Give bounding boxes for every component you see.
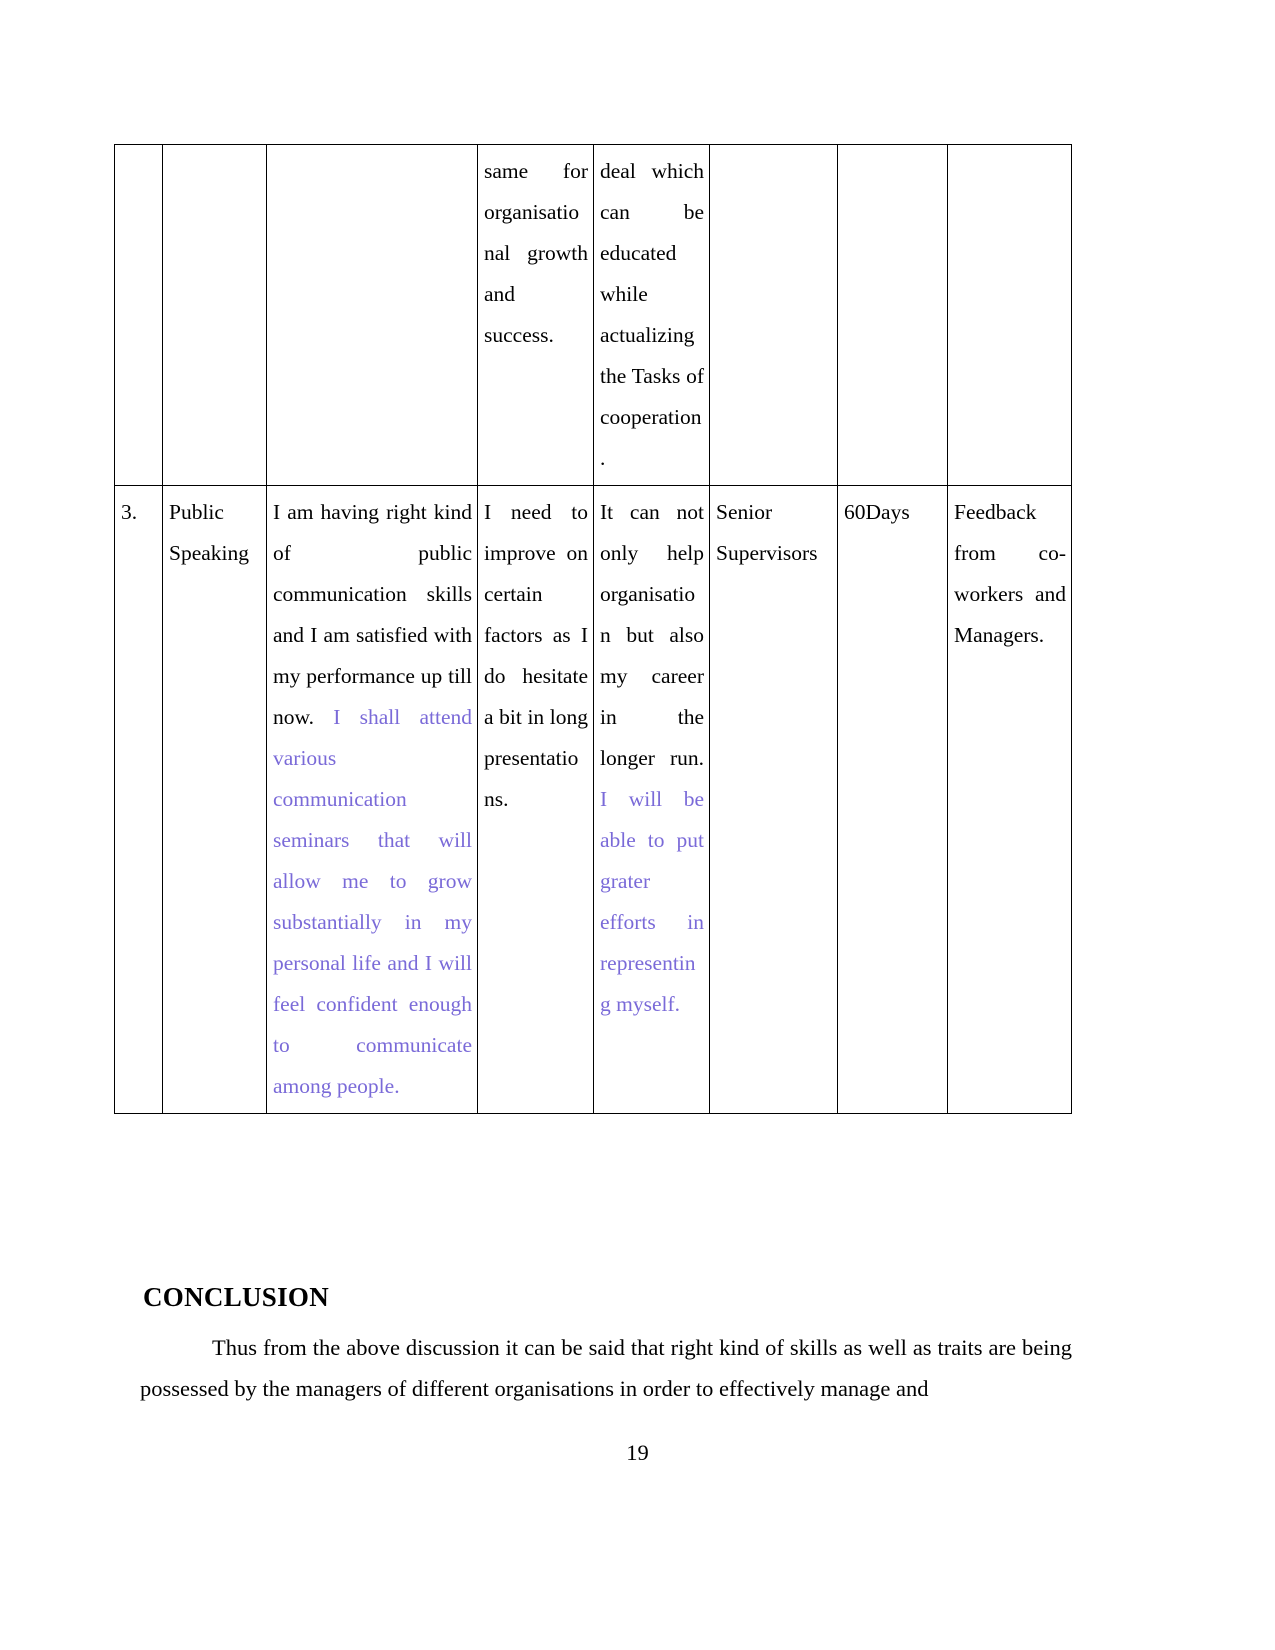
text-run-black: It can not only help organisation but al… [600, 500, 704, 770]
page-number: 19 [626, 1440, 649, 1465]
text-run-black: I am having right kind of public communi… [273, 500, 472, 729]
cell-skill-name: Public Speaking [162, 485, 267, 1114]
cell-benefit: It can not only help organisation but al… [593, 485, 710, 1114]
table-row: 3. Public Speaking I am having right kin… [114, 485, 1072, 1114]
text-run-black: same for organisational growth and succe… [484, 159, 588, 347]
cell-current-proficiency: I am having right kind of public communi… [266, 485, 478, 1114]
cell-development-need: I need to improve on certain factors as … [477, 485, 594, 1114]
conclusion-paragraph-text: Thus from the above discussion it can be… [140, 1335, 1072, 1401]
table-row: same for organisational growth and succe… [114, 144, 1072, 486]
cell-timeframe: 60Days [837, 485, 948, 1114]
cell-resources [709, 144, 838, 486]
development-plan-table: same for organisational growth and succe… [114, 144, 1072, 1114]
conclusion-paragraph: Thus from the above discussion it can be… [140, 1327, 1072, 1409]
cell-development-need: same for organisational growth and succe… [477, 144, 594, 486]
cell-timeframe [837, 144, 948, 486]
cell-skill-name [162, 144, 267, 486]
cell-evidence: Feedback from co-workers and Managers. [947, 485, 1072, 1114]
cell-serial-number [114, 144, 163, 486]
cell-serial-number: 3. [114, 485, 163, 1114]
text-run-purple: I shall attend various communication sem… [273, 705, 472, 1098]
development-plan-table-wrapper: same for organisational growth and succe… [114, 144, 1072, 1114]
text-run-black: deal which can be educated while actuali… [600, 159, 704, 470]
cell-benefit: deal which can be educated while actuali… [593, 144, 710, 486]
cell-evidence [947, 144, 1072, 486]
cell-resources: Senior Supervisors [709, 485, 838, 1114]
conclusion-heading: CONCLUSION [143, 1282, 330, 1312]
cell-current-proficiency [266, 144, 478, 486]
document-page: same for organisational growth and succe… [0, 0, 1275, 1650]
text-run-black: I need to improve on certain factors as … [484, 500, 588, 811]
text-run-purple: I will be able to put grater efforts in … [600, 787, 704, 1016]
